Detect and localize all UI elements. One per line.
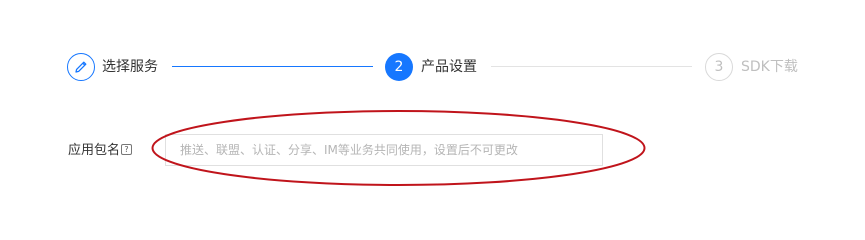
step-1-done-icon[interactable] xyxy=(67,53,95,81)
step-connector-2 xyxy=(491,66,692,67)
steps-bar: 选择服务 2 产品设置 3 SDK下载 xyxy=(0,0,865,100)
step-2-label: 产品设置 xyxy=(421,59,477,75)
step-3-number: 3 xyxy=(705,53,733,81)
help-icon[interactable]: ? xyxy=(121,144,132,155)
package-name-input[interactable] xyxy=(166,135,602,165)
package-name-field xyxy=(165,134,603,166)
pencil-icon xyxy=(75,61,87,73)
step-2-number: 2 xyxy=(385,53,413,81)
step-3-label: SDK下载 xyxy=(741,59,798,75)
step-1-label[interactable]: 选择服务 xyxy=(102,57,158,77)
package-name-label: 应用包名 xyxy=(68,143,121,158)
step-connector-1 xyxy=(172,66,373,67)
